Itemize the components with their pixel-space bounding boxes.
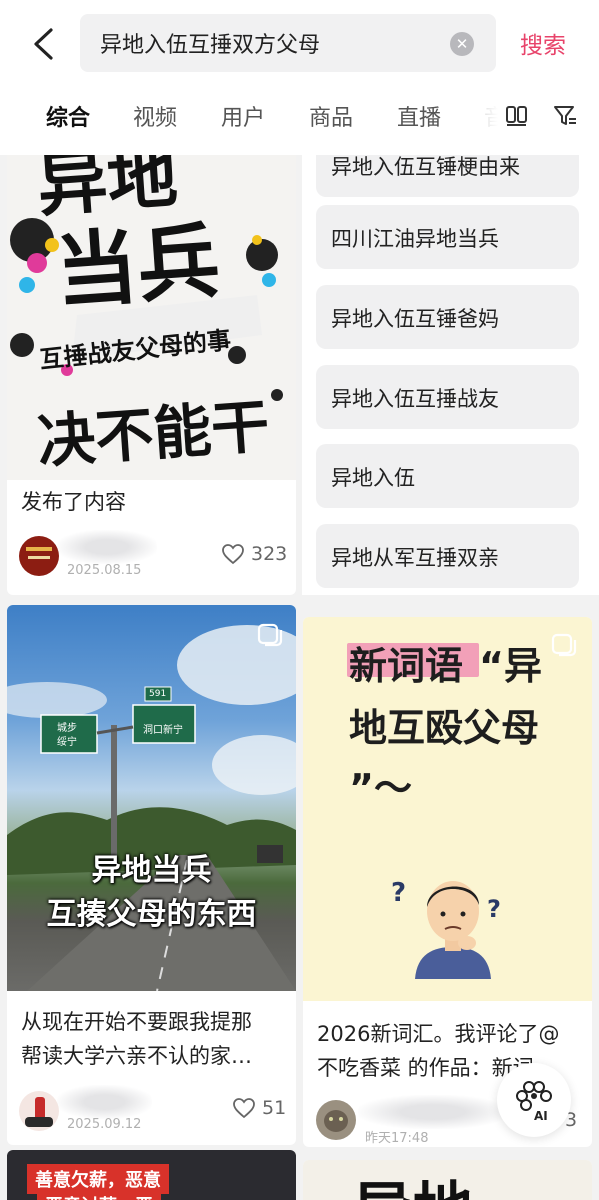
card-thumbnail: 善意欠薪，恶意 恶意讨薪，恶 — [7, 1150, 296, 1200]
image-text-line2: 互揍父母的东西 — [46, 897, 257, 932]
sign-text: 洞口新宁 — [143, 725, 183, 736]
related-search-item[interactable]: 异地入伍 — [316, 444, 579, 508]
image-text-line2: 恶意讨薪，恶 — [37, 1190, 161, 1200]
post-date: 2025.09.12 — [67, 1117, 142, 1132]
search-button[interactable]: 搜索 — [520, 26, 566, 60]
result-card[interactable]: 异地 当兵 互捶战友父母的事 决不能干 发布了内容 2025.08.15 323 — [7, 155, 296, 595]
card-title: 发布了内容 — [21, 490, 126, 514]
related-search-label: 异地入伍 — [331, 466, 415, 490]
road-photo — [7, 625, 296, 991]
like-count: 323 — [251, 543, 288, 565]
tab-live[interactable]: 直播 — [397, 100, 441, 132]
tab-video[interactable]: 视频 — [133, 100, 177, 132]
tab-products[interactable]: 商品 — [309, 100, 353, 132]
search-query-text: 异地入伍互捶双方父母 — [100, 33, 321, 58]
sign-text: 591 — [149, 689, 167, 699]
svg-text:?: ? — [391, 878, 406, 908]
related-search-label: 异地入伍互锤爸妈 — [331, 307, 499, 331]
result-card[interactable]: 城步 绥宁 591 洞口新宁 异地当兵 互揍父母的东西 从现在开始不要跟我提那 … — [7, 605, 296, 1145]
tab-users[interactable]: 用户 — [221, 100, 265, 132]
back-arrow-icon — [34, 28, 53, 60]
sign-text: 城步 — [57, 723, 77, 734]
related-search-item[interactable]: 四川江油异地当兵 — [316, 205, 579, 269]
related-search-item[interactable]: 异地从军互捶双亲 — [316, 524, 579, 588]
image-text-line3: 地互殴父母 — [349, 706, 540, 750]
related-search-label: 异地从军互捶双亲 — [331, 546, 499, 570]
like-button[interactable]: 51 — [232, 1097, 286, 1119]
image-text-line1: 异地当兵 — [91, 853, 212, 888]
results-feed: 异地 当兵 互捶战友父母的事 决不能干 发布了内容 2025.08.15 323… — [0, 155, 599, 1200]
layout-toggle-icon[interactable] — [503, 102, 531, 130]
heart-icon — [233, 1098, 255, 1119]
tab-comprehensive[interactable]: 综合 — [46, 100, 90, 132]
post-date: 2025.08.15 — [67, 563, 142, 578]
ai-assistant-button[interactable]: AI — [497, 1063, 571, 1137]
author-name-blurred — [57, 530, 157, 564]
author-name-blurred — [358, 1095, 508, 1129]
image-text-line1: 新词语 — [349, 644, 464, 688]
card-thumbnail: 异地 — [303, 1160, 592, 1200]
image-text-line2: 当兵 — [52, 213, 223, 321]
post-date: 昨天17:48 — [365, 1131, 429, 1146]
related-search-item[interactable]: 异地入伍互捶战友 — [316, 365, 579, 429]
like-count: 51 — [262, 1097, 287, 1119]
result-card[interactable]: 善意欠薪，恶意 恶意讨薪，恶 — [7, 1150, 296, 1200]
card-thumbnail: 异地 当兵 互捶战友父母的事 决不能干 — [7, 155, 296, 480]
image-text-line2: “异 — [479, 644, 542, 688]
author-avatar[interactable] — [19, 1091, 59, 1131]
filter-icon[interactable] — [551, 102, 579, 130]
image-text-line1: 异地 — [353, 1162, 473, 1200]
related-search-label: 异地入伍互锤梗由来 — [331, 155, 520, 179]
card-title-line2: 帮读大学六亲不认的家… — [21, 1044, 252, 1068]
author-avatar[interactable] — [316, 1100, 356, 1140]
author-name-blurred — [57, 1085, 152, 1119]
thinking-person-illustration: ? ? — [391, 878, 501, 979]
image-text-line4: 决不能干 — [35, 391, 272, 476]
multi-image-icon — [257, 623, 283, 647]
related-search-item[interactable]: 异地入伍互锤梗由来 — [316, 155, 579, 197]
clear-icon[interactable]: ✕ — [450, 32, 474, 56]
image-text-line4: ”～ — [349, 766, 412, 810]
search-header: 异地入伍互捶双方父母 ✕ 搜索 综合 视频 用户 商品 直播 音 — [0, 0, 599, 155]
svg-text:?: ? — [487, 895, 501, 923]
author-avatar[interactable] — [19, 536, 59, 576]
multi-image-icon — [551, 633, 577, 657]
related-search-label: 异地入伍互捶战友 — [331, 387, 499, 411]
heart-icon — [222, 544, 244, 565]
card-title-line1: 2026新词汇。我评论了@ — [317, 1022, 560, 1046]
card-thumbnail: 城步 绥宁 591 洞口新宁 异地当兵 互揍父母的东西 — [7, 605, 296, 991]
related-search-label: 四川江油异地当兵 — [331, 227, 499, 251]
result-card[interactable]: 异地 — [303, 1160, 592, 1200]
related-search-item[interactable]: 异地入伍互锤爸妈 — [316, 285, 579, 349]
ai-sparkle-icon: AI — [516, 1081, 552, 1122]
sign-text: 绥宁 — [57, 737, 77, 748]
search-input[interactable]: 异地入伍互捶双方父母 ✕ — [80, 14, 496, 72]
tab-bar: 综合 视频 用户 商品 直播 音 — [0, 96, 599, 140]
ai-label: AI — [534, 1109, 548, 1122]
card-title-line1: 从现在开始不要跟我提那 — [21, 1010, 252, 1034]
like-button[interactable]: 323 — [221, 543, 287, 565]
back-button[interactable] — [22, 22, 66, 66]
card-thumbnail: 新词语 “异 地互殴父母 ”～ ? ? — [303, 617, 592, 1001]
